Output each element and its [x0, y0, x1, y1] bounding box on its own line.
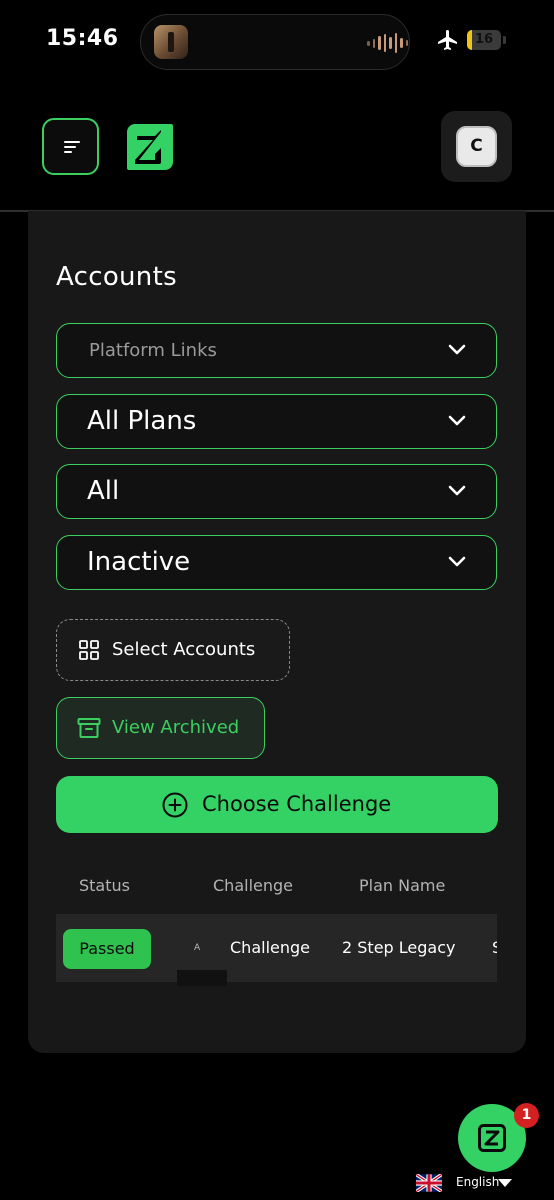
plans-select[interactable]: All Plans	[56, 394, 497, 449]
chevron-down-icon	[448, 556, 466, 567]
chevron-down-icon	[448, 344, 466, 355]
column-header-plan-name[interactable]: Plan Name	[359, 876, 445, 895]
select-value: All Plans	[87, 406, 197, 436]
status-badge: Passed	[63, 929, 151, 969]
table-row[interactable]: Passed А Challenge 2 Step Legacy S	[56, 914, 497, 982]
select-value: All	[87, 476, 120, 506]
grid-icon	[79, 640, 99, 660]
logo-icon[interactable]	[125, 122, 175, 172]
plus-circle-icon	[162, 792, 188, 818]
airplane-icon	[438, 30, 457, 50]
uk-flag-icon	[416, 1174, 442, 1192]
now-playing-artwork	[154, 25, 188, 59]
select-accounts-label: Select Accounts	[112, 639, 256, 660]
battery-level: 16	[474, 32, 494, 47]
language-label: English	[456, 1175, 500, 1189]
status-bar: 15:46 16	[0, 0, 554, 90]
challenge-cell: Challenge	[230, 938, 310, 957]
plan-name-cell: 2 Step Legacy	[342, 938, 456, 957]
scroll-indicator	[177, 970, 227, 986]
page-title: Accounts	[56, 262, 177, 292]
menu-button[interactable]	[42, 118, 99, 175]
select-value: Inactive	[87, 547, 191, 577]
caret-down-icon	[498, 1179, 512, 1187]
battery-indicator: 16	[467, 30, 501, 50]
chevron-down-icon	[448, 485, 466, 496]
avatar: C	[456, 126, 497, 167]
archive-icon	[77, 718, 101, 738]
overflow-cell: S	[492, 914, 497, 982]
view-archived-label: View Archived	[112, 717, 240, 738]
audio-waveform-icon	[367, 33, 408, 53]
logo-icon	[478, 1124, 506, 1152]
chevron-down-icon	[448, 415, 466, 426]
column-header-status[interactable]: Status	[79, 876, 130, 895]
column-header-challenge[interactable]: Challenge	[213, 876, 293, 895]
select-value: Platform Links	[89, 340, 217, 361]
type-select[interactable]: All	[56, 464, 497, 519]
platform-links-select[interactable]: Platform Links	[56, 323, 497, 378]
select-accounts-button[interactable]: Select Accounts	[56, 619, 290, 681]
menu-icon-line	[64, 146, 76, 148]
view-archived-button[interactable]: View Archived	[56, 697, 265, 759]
battery-nub	[503, 36, 506, 44]
choose-challenge-label: Choose Challenge	[202, 792, 392, 816]
profile-button[interactable]: C	[441, 111, 512, 182]
dynamic-island[interactable]	[140, 14, 410, 70]
menu-icon	[64, 141, 80, 143]
choose-challenge-button[interactable]: Choose Challenge	[56, 776, 498, 833]
status-time: 15:46	[46, 26, 119, 51]
notification-badge: 1	[514, 1103, 539, 1128]
menu-icon-line	[64, 151, 72, 153]
status-select[interactable]: Inactive	[56, 535, 497, 590]
